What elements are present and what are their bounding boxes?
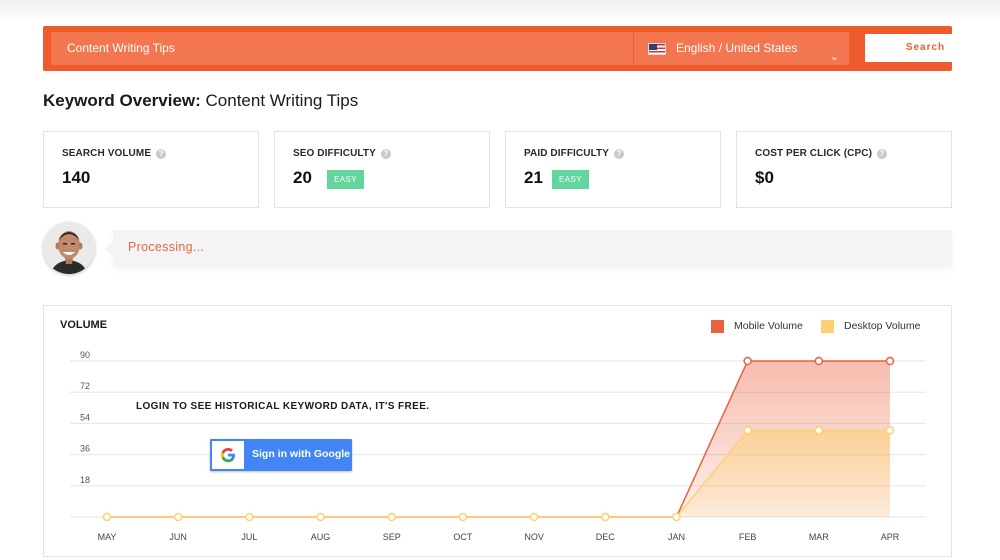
avatar-portrait-icon xyxy=(43,222,95,274)
x-tick-label: JAN xyxy=(668,532,685,542)
desktop-volume-point xyxy=(316,512,325,522)
x-tick-label: FEB xyxy=(739,532,757,542)
desktop-volume-point xyxy=(672,512,681,522)
desktop-volume-point xyxy=(387,512,396,522)
desktop-volume-point xyxy=(885,426,895,435)
x-tick-label: MAY xyxy=(98,532,117,542)
x-tick-label: DEC xyxy=(596,532,616,542)
x-tick-label: MAR xyxy=(809,532,830,542)
y-tick-label: 18 xyxy=(80,475,90,485)
cpc-label: COST PER CLICK (CPC) xyxy=(755,148,872,159)
volume-chart: 18 36 54 72 90 MAY JUN JUL AUG SEP OCT NOV DEC JAN FEB… xyxy=(70,350,926,542)
paid-difficulty-value: 21 xyxy=(524,168,543,187)
desktop-volume-point xyxy=(458,512,468,522)
x-tick-label: NOV xyxy=(524,532,544,542)
chevron-down-icon: ⌄ xyxy=(829,51,839,63)
processing-message: Processing... xyxy=(104,230,952,266)
desktop-volume-point xyxy=(601,512,610,522)
x-tick-label: APR xyxy=(881,532,900,542)
keyword-search-bar: Content Writing Tips English / United St… xyxy=(43,26,986,71)
avatar xyxy=(43,222,95,274)
volume-panel: VOLUME Mobile Volume Desktop Volume 18 36… xyxy=(43,305,952,557)
help-icon[interactable]: ? xyxy=(877,149,887,159)
seo-difficulty-badge: EASY xyxy=(327,170,364,189)
seo-difficulty-card: SEO DIFFICULTY? 20 EASY xyxy=(274,131,490,208)
desktop-volume-point xyxy=(245,512,254,522)
google-button-label: Sign in with Google xyxy=(252,448,350,460)
search-volume-value: 140 xyxy=(62,168,91,187)
paid-difficulty-card: PAID DIFFICULTY? 21 EASY xyxy=(505,131,721,208)
y-tick-label: 72 xyxy=(80,381,90,391)
login-prompt: LOGIN TO SEE HISTORICAL KEYWORD DATA, IT… xyxy=(136,401,430,412)
mobile-volume-point xyxy=(814,356,824,366)
seo-difficulty-value: 20 xyxy=(293,168,312,187)
help-icon[interactable]: ? xyxy=(380,149,391,159)
desktop-volume-point xyxy=(743,426,752,435)
y-tick-label: 54 xyxy=(80,412,90,422)
search-volume-card: SEARCH VOLUME? 140 xyxy=(43,131,259,208)
x-tick-label: AUG xyxy=(311,532,331,542)
sign-in-with-google-button[interactable]: Sign in with Google xyxy=(210,439,352,471)
help-icon[interactable]: ? xyxy=(614,149,625,159)
desktop-volume-point xyxy=(173,512,183,522)
search-button[interactable]: Search xyxy=(865,34,986,62)
processing-text: Processing... xyxy=(128,240,205,254)
google-g-icon xyxy=(221,448,235,463)
x-tick-label: JUN xyxy=(169,532,187,542)
desktop-volume-point xyxy=(814,426,824,435)
x-tick-label: JUL xyxy=(241,532,257,542)
help-icon[interactable]: ? xyxy=(156,149,167,159)
y-tick-label: 36 xyxy=(80,444,90,454)
page-title-keyword: Content Writing Tips xyxy=(205,91,359,110)
y-tick-label: 90 xyxy=(80,350,90,360)
paid-difficulty-label: PAID DIFFICULTY xyxy=(524,148,610,159)
us-flag-icon xyxy=(648,43,666,55)
keyword-search-input[interactable]: Content Writing Tips xyxy=(51,32,633,65)
desktop-volume-point xyxy=(102,512,112,522)
page-title: Keyword Overview: Content Writing Tips xyxy=(43,91,358,111)
x-tick-label: OCT xyxy=(453,532,473,542)
language-location-select[interactable]: English / United States ⌄ xyxy=(634,32,849,65)
mobile-volume-point xyxy=(885,356,895,366)
language-select-label: English / United States xyxy=(676,41,798,55)
x-tick-label: SEP xyxy=(383,532,401,542)
page-title-prefix: Keyword Overview: xyxy=(43,91,201,110)
search-volume-label: SEARCH VOLUME xyxy=(62,148,152,159)
cpc-value: $0 xyxy=(755,168,774,187)
mobile-volume-point xyxy=(743,356,752,366)
desktop-volume-point xyxy=(529,512,539,522)
paid-difficulty-badge: EASY xyxy=(552,170,589,189)
cpc-card: COST PER CLICK (CPC)? $0 xyxy=(736,131,952,208)
seo-difficulty-label: SEO DIFFICULTY xyxy=(293,148,376,159)
